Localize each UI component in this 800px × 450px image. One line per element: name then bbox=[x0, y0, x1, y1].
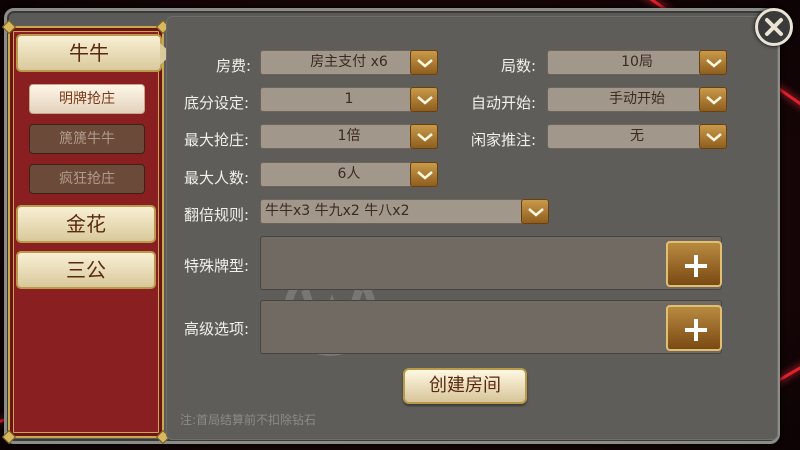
auto-start-select[interactable]: 手动开始 bbox=[547, 87, 727, 112]
base-score-label: 底分设定: bbox=[184, 94, 250, 112]
max-bank-select[interactable]: 1倍 bbox=[260, 124, 438, 149]
chevron-down-icon[interactable] bbox=[410, 124, 438, 149]
auto-start-label: 自动开始: bbox=[471, 94, 537, 112]
create-room-button[interactable]: 创建房间 bbox=[403, 368, 527, 404]
max-bank-label: 最大抢庄: bbox=[184, 131, 250, 149]
max-players-value: 6人 bbox=[337, 166, 361, 182]
rounds-select[interactable]: 10局 bbox=[547, 50, 727, 75]
max-bank-value: 1倍 bbox=[337, 128, 361, 144]
plus-icon bbox=[685, 319, 707, 341]
auto-start-value: 手动开始 bbox=[609, 91, 665, 107]
sub-mode-tab-mingpai[interactable]: 明牌抢庄 bbox=[29, 84, 145, 114]
room-fee-select[interactable]: 房主支付 x6 bbox=[260, 50, 438, 75]
room-fee-label: 房费: bbox=[216, 57, 252, 75]
max-players-label: 最大人数: bbox=[184, 169, 250, 187]
multiplier-rule-value: 牛牛x3 牛九x2 牛八x2 bbox=[265, 203, 410, 219]
close-button[interactable] bbox=[755, 8, 793, 46]
close-icon bbox=[765, 18, 783, 36]
rounds-value: 10局 bbox=[621, 54, 653, 70]
add-advanced-option-button[interactable] bbox=[666, 305, 722, 351]
player-bet-value: 无 bbox=[630, 128, 644, 144]
player-bet-label: 闲家推注: bbox=[471, 131, 537, 149]
add-special-hand-button[interactable] bbox=[666, 241, 722, 287]
category-tab-jinhua[interactable]: 金花 bbox=[16, 205, 156, 243]
chevron-down-icon[interactable] bbox=[410, 50, 438, 75]
plus-icon bbox=[685, 255, 707, 277]
multiplier-rule-label: 翻倍规则: bbox=[184, 206, 250, 224]
chevron-down-icon[interactable] bbox=[699, 87, 727, 112]
special-hands-label: 特殊牌型: bbox=[184, 257, 250, 275]
special-hands-box bbox=[260, 236, 722, 290]
advanced-options-label: 高级选项: bbox=[184, 320, 250, 338]
chevron-down-icon[interactable] bbox=[699, 124, 727, 149]
category-tab-niuniu[interactable]: 牛牛 bbox=[16, 34, 172, 72]
rounds-label: 局数: bbox=[501, 57, 537, 75]
base-score-value: 1 bbox=[344, 91, 354, 107]
category-tab-sangong[interactable]: 三公 bbox=[16, 251, 156, 289]
chevron-down-icon[interactable] bbox=[699, 50, 727, 75]
chevron-down-icon[interactable] bbox=[521, 199, 549, 224]
chevron-down-icon[interactable] bbox=[410, 162, 438, 187]
player-bet-select[interactable]: 无 bbox=[547, 124, 727, 149]
max-players-select[interactable]: 6人 bbox=[260, 162, 438, 187]
base-score-select[interactable]: 1 bbox=[260, 87, 438, 112]
multiplier-rule-select[interactable]: 牛牛x3 牛九x2 牛八x2 bbox=[260, 199, 549, 224]
footer-note: 注:首局结算前不扣除钻石 bbox=[180, 413, 317, 427]
room-fee-value: 房主支付 x6 bbox=[310, 54, 388, 70]
advanced-options-box bbox=[260, 300, 722, 354]
sub-mode-tab-fengkuang[interactable]: 疯狂抢庄 bbox=[29, 164, 145, 194]
chevron-down-icon[interactable] bbox=[410, 87, 438, 112]
sub-mode-tab-kankan[interactable]: 篪篪牛牛 bbox=[29, 124, 145, 154]
